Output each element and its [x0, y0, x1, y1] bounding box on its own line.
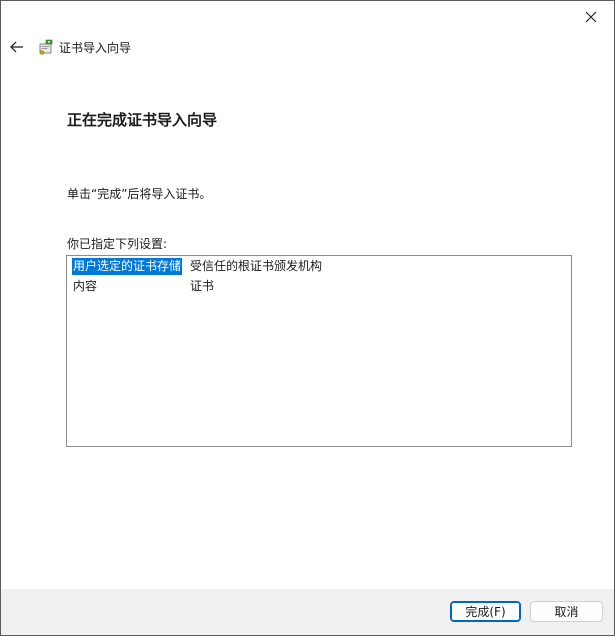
finish-button[interactable]: 完成(F) — [450, 601, 521, 622]
settings-row[interactable]: 用户选定的证书存储 受信任的根证书颁发机构 — [67, 256, 571, 276]
settings-list[interactable]: 用户选定的证书存储 受信任的根证书颁发机构 内容 证书 — [66, 255, 572, 447]
settings-label: 你已指定下列设置: — [67, 237, 168, 251]
back-arrow-icon — [10, 41, 23, 53]
page-heading: 正在完成证书导入向导 — [67, 111, 218, 129]
settings-row-value: 证书 — [190, 279, 215, 293]
certificate-import-wizard-window: 证书导入向导 正在完成证书导入向导 单击“完成”后将导入证书。 你已指定下列设置… — [0, 0, 615, 636]
wizard-footer: 完成(F) 取消 — [1, 589, 614, 635]
close-button[interactable] — [576, 5, 606, 29]
close-icon — [585, 11, 597, 23]
back-button[interactable] — [5, 35, 29, 59]
wizard-title: 证书导入向导 — [59, 41, 132, 55]
settings-row[interactable]: 内容 证书 — [67, 276, 571, 296]
settings-row-key[interactable]: 用户选定的证书存储 — [72, 258, 183, 275]
settings-row-value: 受信任的根证书颁发机构 — [190, 259, 323, 273]
instruction-text: 单击“完成”后将导入证书。 — [67, 187, 212, 201]
certificate-wizard-icon — [39, 39, 53, 55]
settings-row-key[interactable]: 内容 — [72, 278, 98, 295]
cancel-button[interactable]: 取消 — [530, 601, 603, 622]
